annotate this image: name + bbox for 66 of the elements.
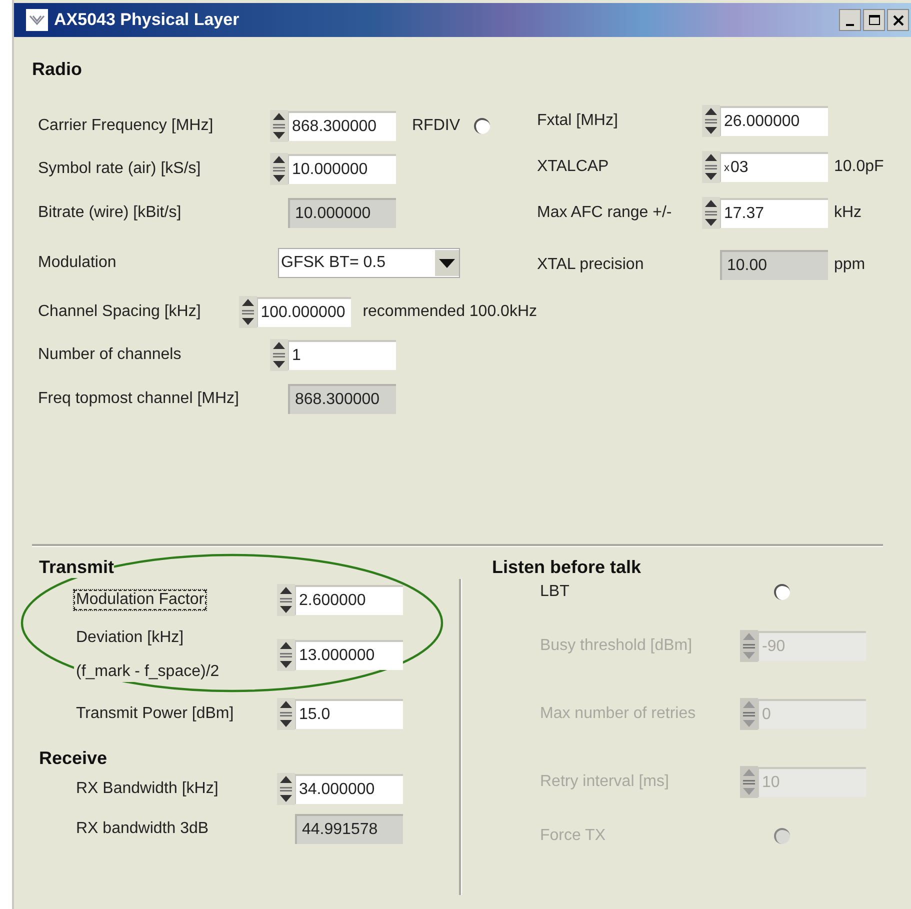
spinner-icon[interactable]	[277, 773, 295, 805]
field-label: Number of channels	[38, 346, 182, 364]
field-label: Bitrate (wire) [kBit/s]	[38, 204, 182, 222]
spinner-icon[interactable]	[277, 584, 295, 616]
dropdown[interactable]: GFSK BT= 0.5	[278, 248, 460, 278]
section-heading: Radio	[32, 59, 84, 80]
number-field[interactable]: 34.000000	[295, 774, 403, 804]
field-label: LBT	[540, 583, 570, 601]
window-title: AX5043 Physical Layer	[54, 10, 240, 30]
spinner-icon[interactable]	[277, 639, 295, 671]
toggle-label: RFDIV	[412, 116, 460, 134]
value-display: 868.300000	[288, 384, 396, 414]
field-label: Fxtal [MHz]	[537, 112, 619, 130]
unit-label: 10.0pF	[834, 158, 884, 176]
number-field[interactable]: 868.300000	[288, 110, 396, 140]
maximize-icon[interactable]	[866, 12, 882, 28]
spinner-icon[interactable]	[270, 338, 288, 370]
field-label: Retry interval [ms]	[540, 773, 670, 791]
field-label: Modulation Factor	[74, 590, 206, 610]
maximize-button[interactable]	[863, 9, 885, 31]
field-label: (f_mark - f_space)/2	[74, 662, 222, 682]
number-field[interactable]: 13.000000	[295, 640, 403, 670]
close-button[interactable]	[887, 9, 909, 31]
number-field[interactable]: 26.000000	[720, 106, 828, 136]
field-label: Max AFC range +/-	[537, 204, 673, 222]
value-display: 10.000000	[288, 198, 396, 228]
section-heading: Listen before talk	[492, 557, 642, 578]
field-label: RX bandwidth 3dB	[75, 819, 210, 839]
spinner-icon[interactable]	[277, 698, 295, 730]
spinner-icon[interactable]	[270, 152, 288, 184]
field-label: RX Bandwidth [kHz]	[75, 779, 220, 799]
field-label: Force TX	[540, 827, 606, 845]
spinner-icon[interactable]	[238, 296, 257, 328]
unit-label: kHz	[834, 204, 862, 222]
value-display: 44.991578	[295, 814, 403, 844]
number-field[interactable]: 10.000000	[288, 154, 396, 184]
radio-button[interactable]	[474, 118, 490, 134]
number-field[interactable]: 2.600000	[295, 585, 403, 615]
number-field[interactable]: 1	[288, 340, 396, 370]
app-icon	[26, 9, 48, 31]
hint-text: recommended 100.0kHz	[362, 302, 537, 320]
field-label: Channel Spacing [kHz]	[38, 302, 202, 320]
minimize-button[interactable]	[839, 9, 861, 31]
field-label: Symbol rate (air) [kS/s]	[38, 160, 202, 178]
radio-button[interactable]	[774, 584, 790, 600]
unit-label: ppm	[834, 256, 866, 274]
number-field[interactable]: 100.000000	[256, 296, 351, 326]
number-field[interactable]: 17.37	[720, 198, 828, 228]
dropdown-value: GFSK BT= 0.5	[281, 254, 386, 272]
section-heading: Transmit	[39, 557, 114, 578]
field-label: Max number of retries	[540, 705, 697, 723]
field-label: Busy threshold [dBm]	[540, 637, 694, 655]
close-icon[interactable]	[890, 12, 906, 28]
field-label: Transmit Power [dBm]	[74, 704, 236, 724]
field-label: XTALCAP	[537, 158, 610, 176]
value-display: 10.00	[720, 250, 828, 280]
field-label: Modulation	[38, 254, 118, 272]
spinner-icon[interactable]	[702, 151, 720, 183]
spinner-icon[interactable]	[270, 110, 288, 142]
field-label: XTAL precision	[537, 256, 645, 274]
number-field[interactable]: 15.0	[295, 699, 403, 729]
section-heading: Receive	[39, 748, 108, 769]
spinner-icon[interactable]	[702, 105, 720, 137]
spinner-icon[interactable]	[702, 197, 720, 229]
field-label: Carrier Frequency [MHz]	[38, 116, 214, 134]
field-label: Freq topmost channel [MHz]	[38, 390, 240, 408]
